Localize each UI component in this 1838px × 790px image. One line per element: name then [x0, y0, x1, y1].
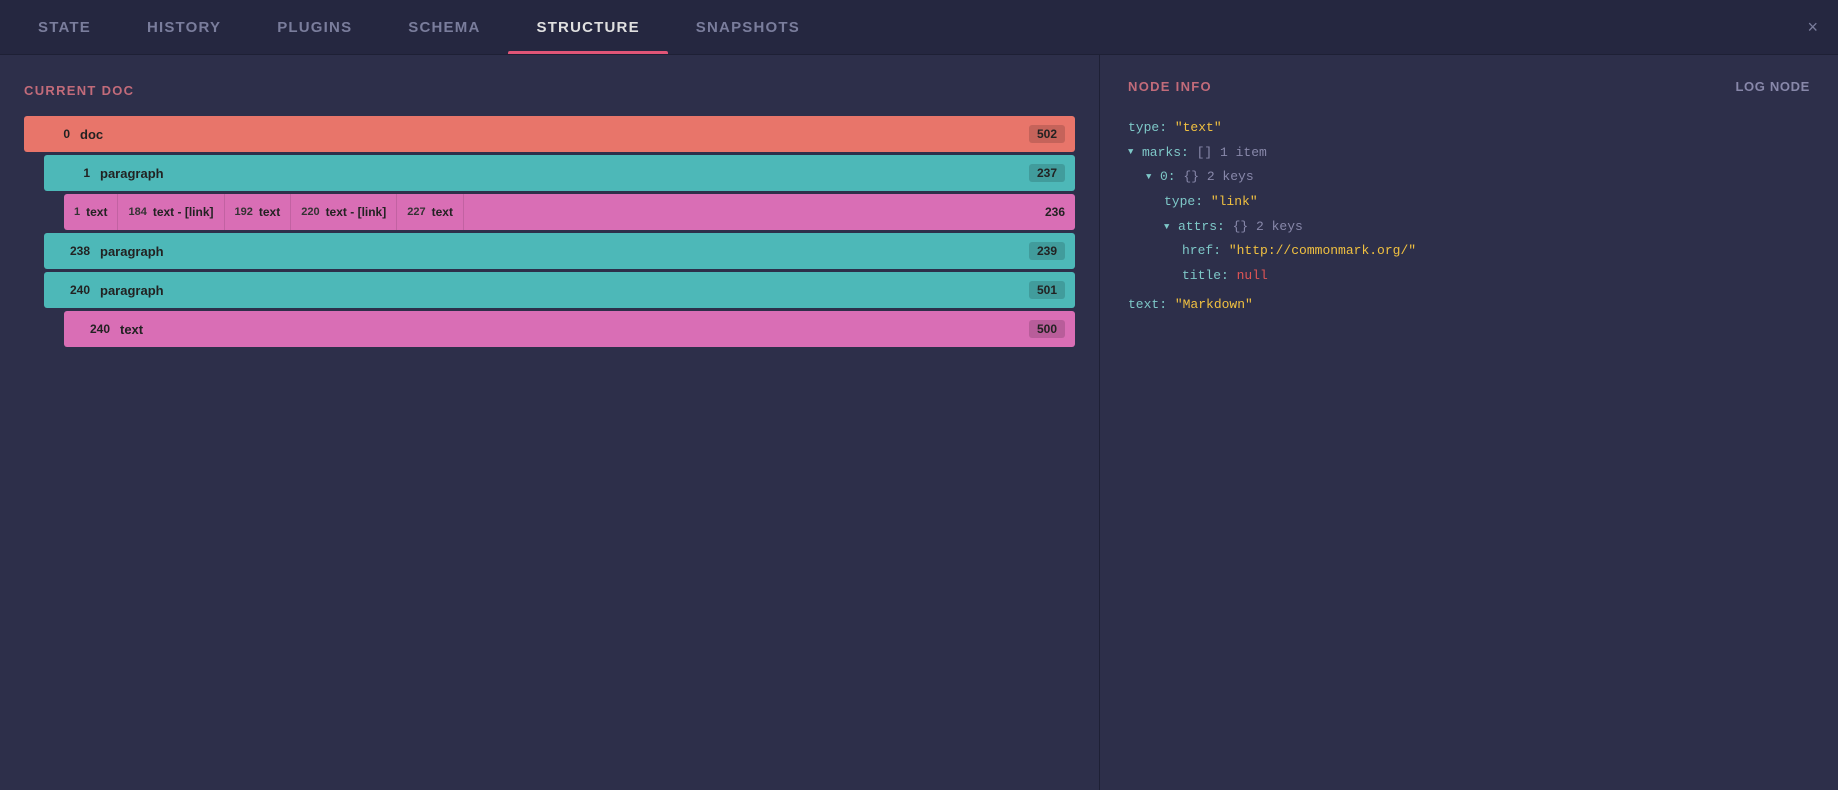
log-node-button[interactable]: LOG NODE — [1735, 79, 1810, 94]
inline-0-label: text — [86, 205, 107, 219]
marks-triangle: ▼ — [1128, 144, 1140, 161]
p2-pos-start: 238 — [54, 244, 90, 258]
inline-end-pos: 236 — [1045, 205, 1065, 219]
info-attrs-line[interactable]: ▼ attrs: {} 2 keys — [1128, 215, 1810, 240]
href-val: "http://commonmark.org/" — [1229, 239, 1416, 264]
info-tree: type: "text" ▼ marks: [] 1 item ▼ 0: {} … — [1128, 116, 1810, 318]
inline-nodes-row[interactable]: 1 text 184 text - [link] 192 text 220 te… — [64, 194, 1075, 230]
tab-snapshots[interactable]: SNAPSHOTS — [668, 0, 828, 54]
marks-0-meta: {} 2 keys — [1183, 165, 1253, 190]
info-marks-type-line: type: "link" — [1128, 190, 1810, 215]
right-header: NODE INFO LOG NODE — [1128, 79, 1810, 94]
info-type-line: type: "text" — [1128, 116, 1810, 141]
left-panel: CURRENT DOC 0 doc 502 1 paragraph 237 1 … — [0, 55, 1100, 790]
node-info-title: NODE INFO — [1128, 79, 1735, 94]
text-val: "Markdown" — [1175, 293, 1253, 318]
p1-label: paragraph — [100, 166, 1029, 181]
p2-pos-end: 239 — [1029, 242, 1065, 260]
attrs-meta: {} 2 keys — [1233, 215, 1303, 240]
inline-2-label: text — [259, 205, 280, 219]
inline-cell-0[interactable]: 1 text — [64, 194, 118, 230]
tab-history[interactable]: HISTORY — [119, 0, 249, 54]
paragraph3-row[interactable]: 240 paragraph 501 — [44, 272, 1075, 308]
marks-type-val: "link" — [1211, 190, 1258, 215]
marks-type-key: type: — [1164, 190, 1203, 215]
info-title-line: title: null — [1128, 264, 1810, 289]
inline-cell-5: 236 — [464, 194, 1075, 230]
attrs-key: attrs: — [1178, 215, 1225, 240]
inline-1-pos: 184 — [128, 206, 146, 218]
attrs-triangle: ▼ — [1164, 219, 1176, 236]
marks-0-triangle: ▼ — [1146, 169, 1158, 186]
doc-pos-end: 502 — [1029, 125, 1065, 143]
paragraph2-row[interactable]: 238 paragraph 239 — [44, 233, 1075, 269]
p1-pos-start: 1 — [54, 166, 90, 180]
doc-tree: 0 doc 502 1 paragraph 237 1 text 184 tex… — [24, 116, 1075, 347]
text-node-row[interactable]: 240 text 500 — [64, 311, 1075, 347]
tab-plugins[interactable]: PLUGINS — [249, 0, 380, 54]
text-key: text: — [1128, 293, 1167, 318]
info-href-line: href: "http://commonmark.org/" — [1128, 239, 1810, 264]
inline-3-label: text - [link] — [326, 205, 387, 219]
main-area: CURRENT DOC 0 doc 502 1 paragraph 237 1 … — [0, 55, 1838, 790]
href-key: href: — [1182, 239, 1221, 264]
p3-pos-end: 501 — [1029, 281, 1065, 299]
info-marks-0-line[interactable]: ▼ 0: {} 2 keys — [1128, 165, 1810, 190]
tab-bar: STATE HISTORY PLUGINS SCHEMA STRUCTURE S… — [0, 0, 1838, 55]
p3-label: paragraph — [100, 283, 1029, 298]
inline-0-pos: 1 — [74, 206, 80, 218]
marks-0-key: 0: — [1160, 165, 1176, 190]
inline-cell-1[interactable]: 184 text - [link] — [118, 194, 224, 230]
doc-label: doc — [80, 127, 1029, 142]
current-doc-title: CURRENT DOC — [24, 83, 1075, 98]
inline-2-pos: 192 — [235, 206, 253, 218]
marks-key: marks: — [1142, 141, 1189, 166]
inline-cell-2[interactable]: 192 text — [225, 194, 292, 230]
text-label: text — [120, 322, 1029, 337]
p2-label: paragraph — [100, 244, 1029, 259]
close-button[interactable]: × — [1797, 12, 1828, 42]
marks-meta: [] 1 item — [1197, 141, 1267, 166]
title-val: null — [1237, 264, 1268, 289]
right-panel: NODE INFO LOG NODE type: "text" ▼ marks:… — [1100, 55, 1838, 790]
p3-pos-start: 240 — [54, 283, 90, 297]
p1-pos-end: 237 — [1029, 164, 1065, 182]
type-val: "text" — [1175, 116, 1222, 141]
title-key: title: — [1182, 264, 1229, 289]
inline-4-label: text — [432, 205, 453, 219]
doc-pos-start: 0 — [34, 127, 70, 141]
tab-state[interactable]: STATE — [10, 0, 119, 54]
info-marks-line[interactable]: ▼ marks: [] 1 item — [1128, 141, 1810, 166]
type-key: type: — [1128, 116, 1167, 141]
tab-structure[interactable]: STRUCTURE — [508, 0, 667, 54]
inline-1-label: text - [link] — [153, 205, 214, 219]
text-pos-end: 500 — [1029, 320, 1065, 338]
info-text-line: text: "Markdown" — [1128, 293, 1810, 318]
tabs-container: STATE HISTORY PLUGINS SCHEMA STRUCTURE S… — [10, 0, 1797, 54]
tab-schema[interactable]: SCHEMA — [380, 0, 508, 54]
paragraph1-row[interactable]: 1 paragraph 237 — [44, 155, 1075, 191]
text-pos-start: 240 — [74, 322, 110, 336]
inline-3-pos: 220 — [301, 206, 319, 218]
doc-node-row[interactable]: 0 doc 502 — [24, 116, 1075, 152]
inline-cell-3[interactable]: 220 text - [link] — [291, 194, 397, 230]
inline-cell-4[interactable]: 227 text — [397, 194, 464, 230]
inline-4-pos: 227 — [407, 206, 425, 218]
